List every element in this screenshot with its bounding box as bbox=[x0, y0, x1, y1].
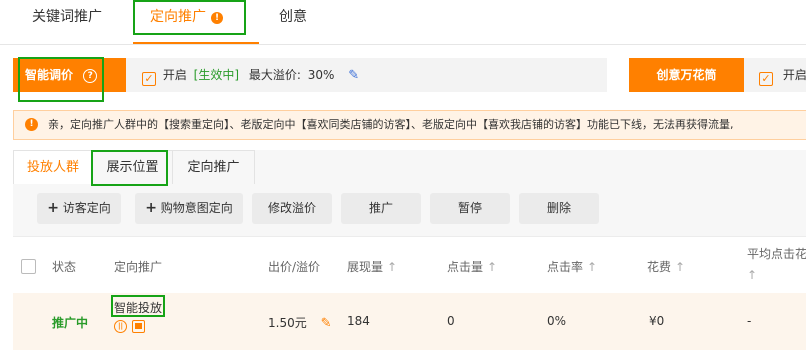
header-clicks[interactable]: 点击量 ↑ bbox=[447, 258, 497, 275]
enabled-label: 开启 bbox=[162, 68, 187, 82]
delete-button[interactable]: 删除 bbox=[519, 193, 599, 224]
tab-creative[interactable]: 创意 bbox=[279, 0, 307, 44]
header-label: 花费 bbox=[647, 260, 672, 274]
enabled-label: 开启 bbox=[782, 68, 806, 82]
visitor-targeting-button[interactable]: + 访客定向 bbox=[37, 193, 121, 224]
row-ctr: 0% bbox=[547, 314, 567, 328]
button-label: 访客定向 bbox=[62, 201, 111, 215]
select-all-checkbox[interactable] bbox=[21, 259, 36, 274]
notice-text: 亲，定向推广人群中的【搜索重定向】、老版定向中【喜欢同类店铺的访客】、老版定向中… bbox=[48, 118, 734, 131]
header-label: 点击量 bbox=[447, 260, 484, 274]
header-avg-cpc[interactable]: 平均点击花 ↑ bbox=[747, 245, 806, 282]
creative-box-controls: ✓ 开启 bbox=[759, 68, 806, 86]
bid-value: 1.50元 bbox=[268, 316, 307, 330]
creative-box-checkbox[interactable]: ✓ bbox=[759, 72, 773, 86]
sort-arrow-icon: ↑ bbox=[747, 268, 758, 282]
header-impressions[interactable]: 展现量 ↑ bbox=[347, 258, 397, 275]
highlight-box bbox=[133, 0, 246, 35]
row-impressions: 184 bbox=[347, 314, 370, 328]
header-cost[interactable]: 花费 ↑ bbox=[647, 258, 685, 275]
tabs-divider bbox=[0, 44, 806, 45]
purchase-intent-targeting-button[interactable]: + 购物意图定向 bbox=[135, 193, 243, 224]
warning-icon: ! bbox=[25, 118, 38, 131]
max-premium-value: 30% bbox=[307, 68, 335, 82]
subtab-audience[interactable]: 投放人群 bbox=[13, 150, 93, 184]
device-icon[interactable] bbox=[132, 320, 145, 333]
header-label: 点击率 bbox=[547, 260, 584, 274]
edit-icon[interactable]: ✎ bbox=[348, 68, 359, 83]
pause-button[interactable]: 暂停 bbox=[430, 193, 510, 224]
highlight-box bbox=[111, 295, 165, 317]
row-cost: ¥0 bbox=[649, 314, 665, 328]
plus-icon: + bbox=[145, 200, 157, 216]
row-bid: 1.50元 ✎ bbox=[268, 314, 331, 331]
row-status: 推广中 bbox=[52, 316, 89, 330]
row-clicks: 0 bbox=[447, 314, 455, 328]
plus-icon: + bbox=[47, 200, 59, 216]
sort-arrow-icon: ↑ bbox=[487, 260, 498, 274]
modify-premium-button[interactable]: 修改溢价 bbox=[252, 193, 332, 224]
header-status: 状态 bbox=[52, 260, 77, 274]
header-label: 展现量 bbox=[347, 260, 384, 274]
promote-button[interactable]: 推广 bbox=[341, 193, 421, 224]
sort-arrow-icon: ↑ bbox=[387, 260, 398, 274]
status-badge: [生效中] bbox=[193, 68, 240, 82]
sort-arrow-icon: ↑ bbox=[587, 260, 598, 274]
row-avg-cpc: - bbox=[747, 314, 752, 328]
header-targeting: 定向推广 bbox=[114, 260, 163, 274]
sort-arrow-icon: ↑ bbox=[675, 260, 686, 274]
max-premium-label: 最大溢价: bbox=[248, 68, 301, 82]
creative-box-header: 创意万花筒 bbox=[629, 58, 744, 92]
highlight-box bbox=[91, 150, 168, 186]
notice-bar: ! 亲，定向推广人群中的【搜索重定向】、老版定向中【喜欢同类店铺的访客】、老版定… bbox=[13, 110, 806, 140]
pause-circle-icon[interactable]: || bbox=[114, 320, 127, 333]
tab-keyword-promotion[interactable]: 关键词推广 bbox=[32, 0, 102, 44]
highlight-box bbox=[18, 57, 104, 102]
smart-bid-controls: ✓ 开启 [生效中] 最大溢价: 30% ✎ bbox=[142, 68, 359, 86]
edit-icon[interactable]: ✎ bbox=[321, 316, 332, 331]
header-label: 平均点击花 bbox=[747, 247, 806, 261]
button-label: 购物意图定向 bbox=[160, 201, 233, 215]
smart-bid-checkbox[interactable]: ✓ bbox=[142, 72, 156, 86]
header-ctr[interactable]: 点击率 ↑ bbox=[547, 258, 597, 275]
header-bid: 出价/溢价 bbox=[268, 260, 321, 274]
subtab-targeting[interactable]: 定向推广 bbox=[173, 150, 255, 184]
